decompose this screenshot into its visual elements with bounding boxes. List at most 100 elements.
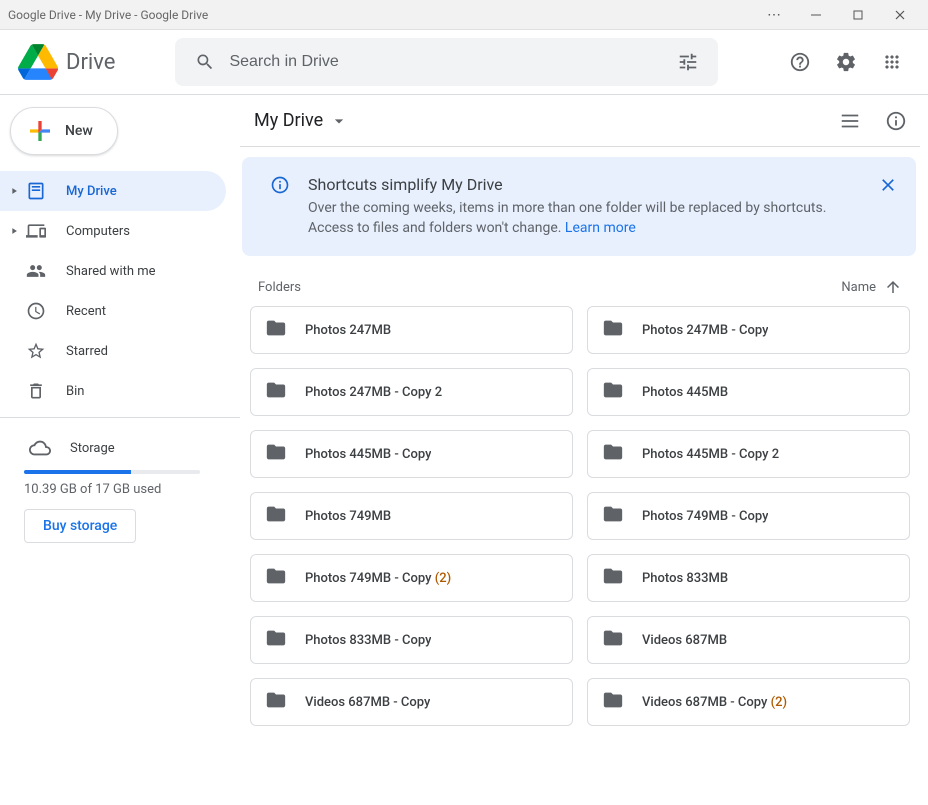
shared-with-me-icon	[24, 259, 48, 283]
sidebar-item-starred[interactable]: Starred	[0, 331, 226, 371]
folder-icon	[265, 317, 287, 343]
main-content: My Drive Shortcuts simplify My Drive Ove…	[240, 95, 928, 805]
folder-name: Photos 445MB - Copy	[305, 447, 431, 462]
search-input[interactable]	[225, 53, 668, 71]
new-button-label: New	[65, 123, 93, 139]
chevron-right-icon	[8, 186, 20, 196]
banner-close-button[interactable]	[872, 169, 904, 201]
folder-name: Photos 749MB - Copy (2)	[305, 571, 451, 586]
banner-title: Shortcuts simplify My Drive	[308, 175, 868, 194]
folder-icon	[602, 317, 624, 343]
folder-name: Photos 247MB - Copy 2	[305, 385, 442, 400]
section-header: Folders Name	[258, 278, 902, 296]
sidebar-item-bin[interactable]: Bin	[0, 371, 226, 411]
cloud-icon	[28, 436, 52, 460]
folder-name: Photos 833MB - Copy	[305, 633, 431, 648]
new-button[interactable]: New	[10, 107, 118, 155]
folder-name: Videos 687MB - Copy (2)	[642, 695, 787, 710]
folder-name: Photos 749MB - Copy	[642, 509, 768, 524]
maximize-icon[interactable]	[838, 4, 878, 26]
list-view-icon[interactable]	[830, 101, 870, 141]
folder-icon	[265, 441, 287, 467]
drive-logo[interactable]: Drive	[18, 42, 115, 82]
folder-icon	[602, 627, 624, 653]
folder-card[interactable]: Photos 833MB - Copy	[250, 616, 573, 664]
sidebar-item-recent[interactable]: Recent	[0, 291, 226, 331]
shortcuts-banner: Shortcuts simplify My Drive Over the com…	[242, 157, 916, 256]
info-icon	[270, 175, 290, 199]
folder-card[interactable]: Videos 687MB	[587, 616, 910, 664]
folder-card[interactable]: Photos 833MB	[587, 554, 910, 602]
folder-icon	[602, 441, 624, 467]
help-icon[interactable]	[780, 42, 820, 82]
learn-more-link[interactable]: Learn more	[565, 220, 636, 236]
sidebar-item-storage[interactable]: Storage	[0, 428, 240, 468]
folder-icon	[602, 565, 624, 591]
banner-body: Over the coming weeks, items in more tha…	[308, 198, 868, 238]
sort-label[interactable]: Name	[841, 280, 876, 295]
sidebar-item-label: Bin	[66, 384, 84, 399]
folder-icon	[602, 689, 624, 715]
folder-card[interactable]: Photos 247MB	[250, 306, 573, 354]
titlebar-more-icon[interactable]: ⋯	[754, 4, 794, 26]
folder-card[interactable]: Photos 445MB - Copy	[250, 430, 573, 478]
folder-name: Photos 445MB - Copy 2	[642, 447, 779, 462]
chevron-right-icon	[8, 226, 20, 236]
bin-icon	[24, 379, 48, 403]
gear-icon[interactable]	[826, 42, 866, 82]
drive-logo-icon	[18, 42, 58, 82]
sidebar: New My Drive Computers Shared with me Recen…	[0, 95, 240, 805]
folder-grid: Photos 247MB Photos 247MB - Copy Photos 24…	[240, 306, 920, 726]
window-titlebar: Google Drive - My Drive - Google Drive ⋯	[0, 0, 928, 30]
folder-card[interactable]: Videos 687MB - Copy	[250, 678, 573, 726]
search-filter-icon[interactable]	[668, 42, 708, 82]
breadcrumb[interactable]: My Drive	[250, 106, 353, 135]
search-box	[175, 38, 718, 86]
sort-arrow-icon[interactable]	[884, 278, 902, 296]
folder-card[interactable]: Photos 749MB - Copy (2)	[250, 554, 573, 602]
product-name: Drive	[66, 50, 115, 75]
folder-name: Videos 687MB - Copy	[305, 695, 430, 710]
folder-name: Photos 445MB	[642, 385, 728, 400]
folder-icon	[265, 379, 287, 405]
folder-card[interactable]: Photos 749MB - Copy	[587, 492, 910, 540]
search-icon[interactable]	[185, 42, 225, 82]
folder-card[interactable]: Videos 687MB - Copy (2)	[587, 678, 910, 726]
sidebar-item-label: Starred	[66, 344, 108, 359]
recent-icon	[24, 299, 48, 323]
breadcrumb-label: My Drive	[254, 110, 323, 131]
toolbar: My Drive	[240, 95, 920, 147]
folder-name: Photos 833MB	[642, 571, 728, 586]
sidebar-item-shared-with-me[interactable]: Shared with me	[0, 251, 226, 291]
my-drive-icon	[24, 179, 48, 203]
folder-card[interactable]: Photos 749MB	[250, 492, 573, 540]
buy-storage-button[interactable]: Buy storage	[24, 509, 136, 543]
folder-icon	[602, 379, 624, 405]
sidebar-item-my-drive[interactable]: My Drive	[0, 171, 226, 211]
folder-icon	[265, 627, 287, 653]
folder-icon	[602, 503, 624, 529]
apps-grid-icon[interactable]	[872, 42, 912, 82]
computers-icon	[24, 219, 48, 243]
close-icon	[878, 175, 898, 195]
folder-name: Photos 749MB	[305, 509, 391, 524]
storage-text: 10.39 GB of 17 GB used	[24, 482, 240, 497]
chevron-down-icon	[329, 111, 349, 131]
folder-icon	[265, 565, 287, 591]
folder-card[interactable]: Photos 247MB - Copy 2	[250, 368, 573, 416]
close-icon[interactable]	[880, 4, 920, 26]
folder-card[interactable]: Photos 445MB - Copy 2	[587, 430, 910, 478]
sidebar-item-label: My Drive	[66, 184, 117, 199]
sidebar-item-computers[interactable]: Computers	[0, 211, 226, 251]
section-label: Folders	[258, 280, 301, 295]
minimize-icon[interactable]	[796, 4, 836, 26]
window-title: Google Drive - My Drive - Google Drive	[8, 8, 754, 22]
plus-icon	[25, 116, 55, 146]
folder-name: Videos 687MB	[642, 633, 727, 648]
sidebar-item-label: Recent	[66, 304, 106, 319]
sidebar-item-label: Shared with me	[66, 264, 156, 279]
app-header: Drive	[0, 30, 928, 95]
details-icon[interactable]	[876, 101, 916, 141]
folder-card[interactable]: Photos 247MB - Copy	[587, 306, 910, 354]
folder-card[interactable]: Photos 445MB	[587, 368, 910, 416]
